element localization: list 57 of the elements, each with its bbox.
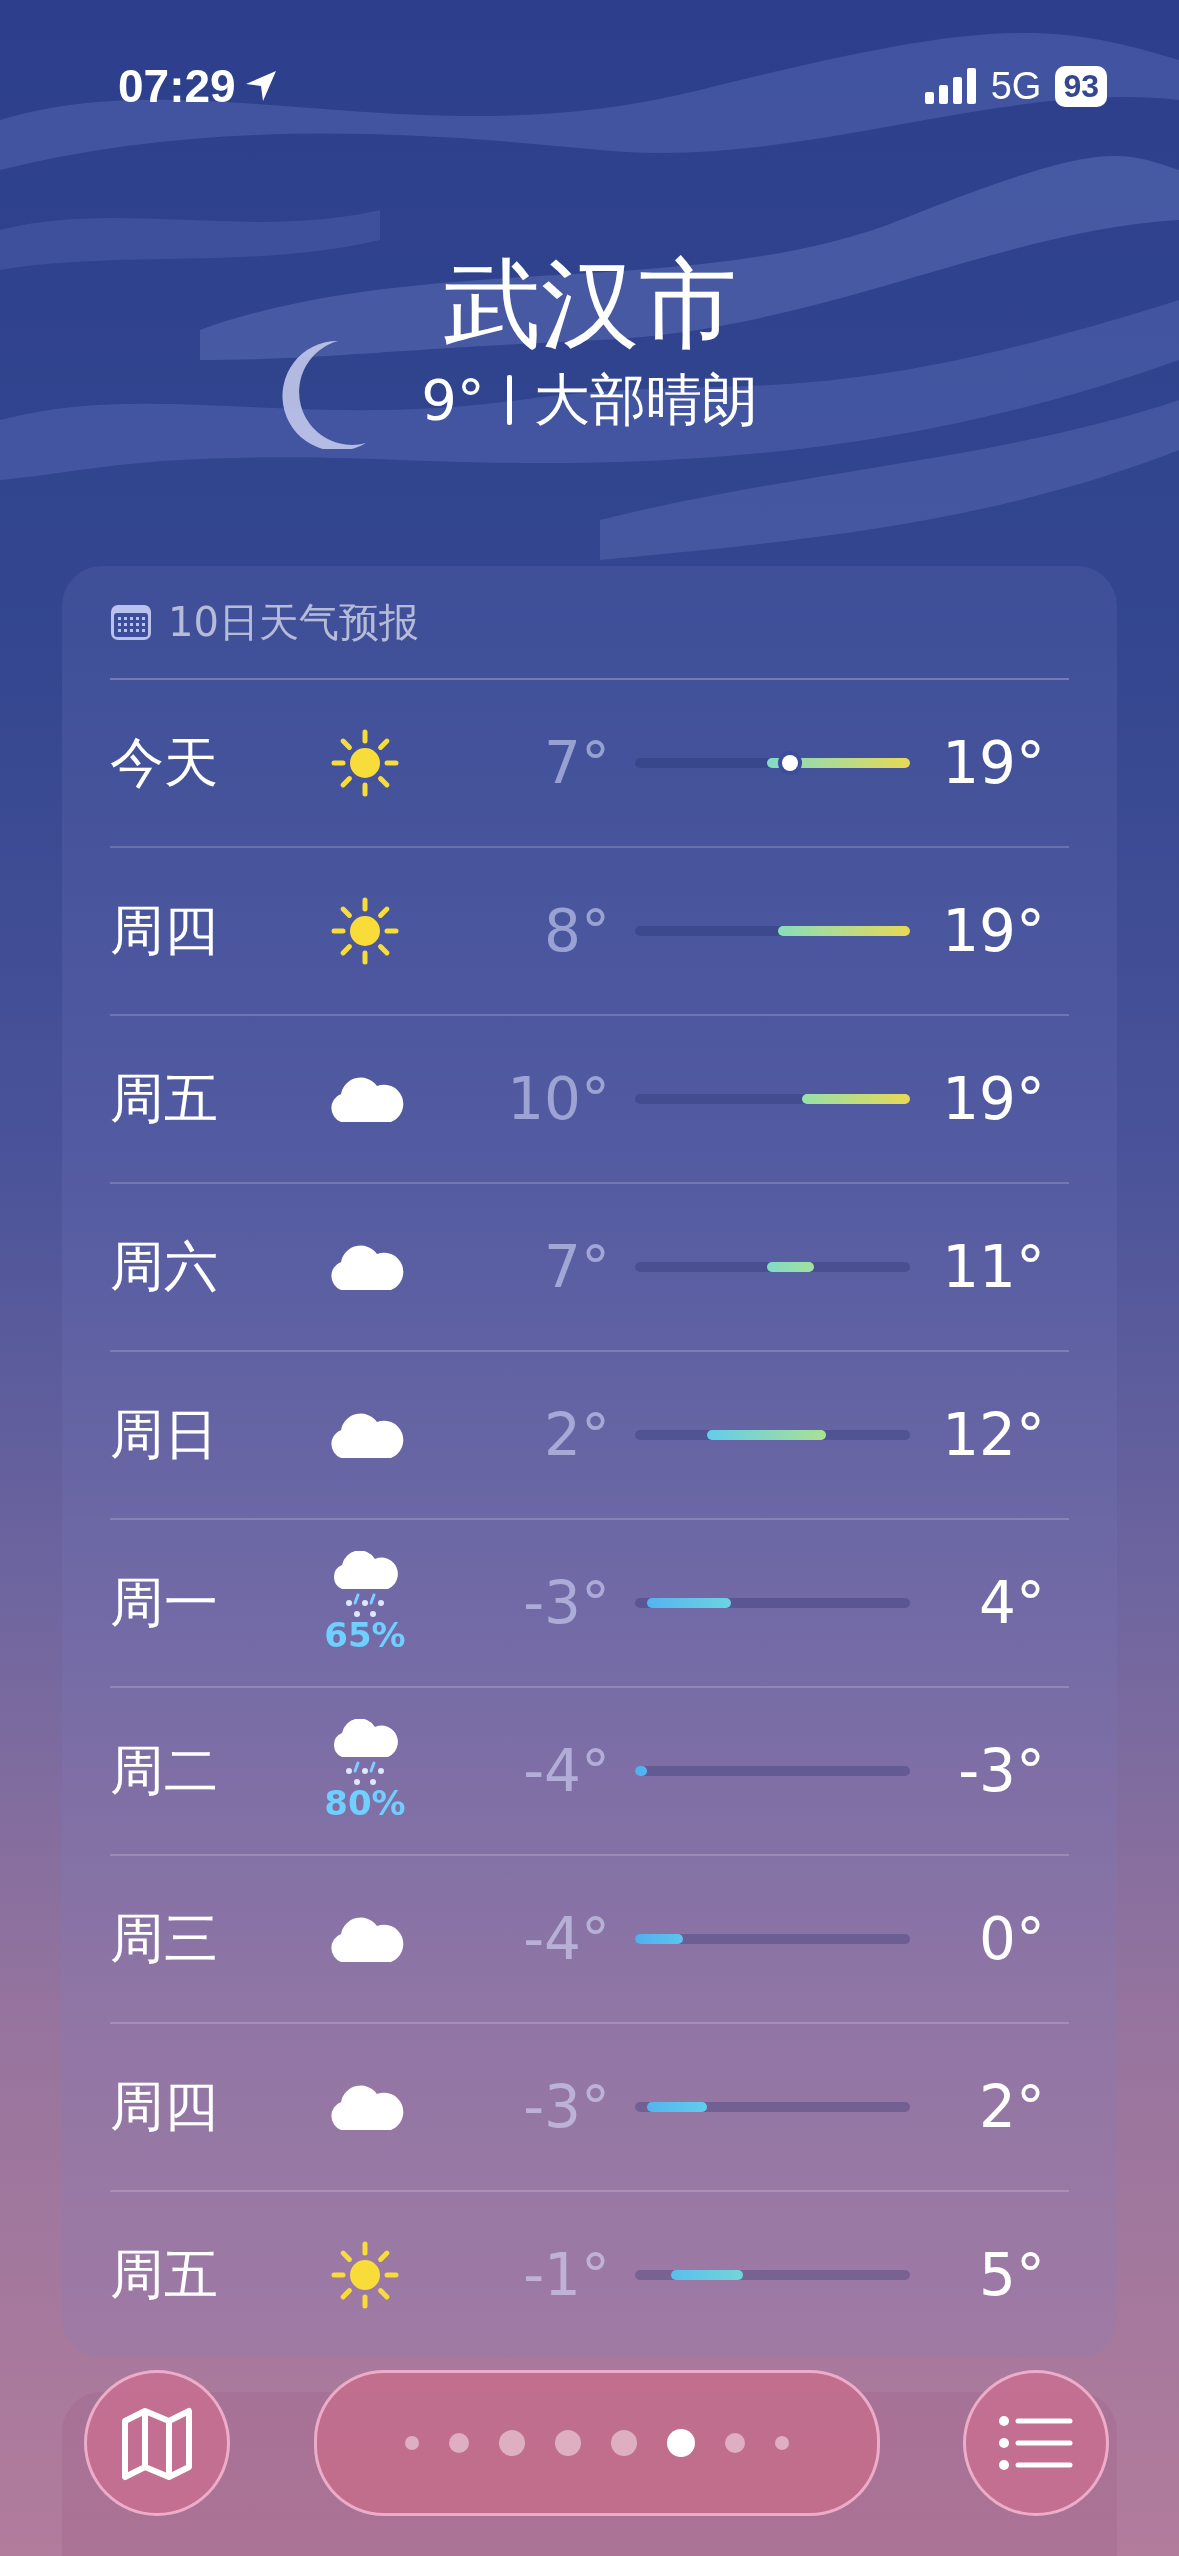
low-temperature: 8° bbox=[543, 897, 610, 965]
day-label: 今天 bbox=[110, 729, 219, 796]
low-temperature: 7° bbox=[543, 1233, 610, 1301]
page-dot[interactable] bbox=[404, 2436, 419, 2450]
page-dot[interactable] bbox=[610, 2430, 637, 2456]
battery-indicator: 93 bbox=[1055, 65, 1107, 107]
weather-condition: 大部晴朗 bbox=[533, 366, 758, 434]
low-temperature: -3° bbox=[522, 1569, 610, 1637]
high-temperature: -3° bbox=[957, 1737, 1045, 1805]
temperature-range-bar bbox=[646, 2102, 707, 2112]
current-temperature: 9° bbox=[421, 366, 485, 434]
low-temperature: -4° bbox=[522, 1905, 610, 1973]
day-label: 周五 bbox=[110, 2241, 219, 2308]
page-dot[interactable] bbox=[498, 2430, 525, 2456]
temperature-range-bar bbox=[635, 1766, 647, 1776]
high-temperature: 11° bbox=[941, 1233, 1045, 1301]
day-label: 周三 bbox=[110, 1905, 219, 1972]
city-name: 武汉市 bbox=[442, 246, 737, 363]
high-temperature: 19° bbox=[941, 897, 1045, 965]
high-temperature: 4° bbox=[978, 1569, 1045, 1637]
precipitation-chance: 65% bbox=[324, 1615, 406, 1655]
high-temperature: 2° bbox=[978, 2073, 1045, 2141]
temperature-range-bar bbox=[635, 1934, 683, 1944]
page-dot[interactable] bbox=[666, 2429, 695, 2457]
day-label: 周五 bbox=[110, 1065, 219, 1132]
page-dot[interactable] bbox=[724, 2433, 745, 2453]
separator-bar bbox=[506, 375, 512, 425]
page-dot[interactable] bbox=[554, 2430, 581, 2456]
sun-icon bbox=[330, 728, 400, 798]
high-temperature: 12° bbox=[941, 1401, 1045, 1469]
high-temperature: 0° bbox=[978, 1905, 1045, 1973]
low-temperature: 10° bbox=[506, 1065, 610, 1133]
day-label: 周六 bbox=[110, 1233, 219, 1300]
page-dot[interactable] bbox=[448, 2433, 469, 2453]
low-temperature: -4° bbox=[522, 1737, 610, 1805]
calendar-icon bbox=[110, 602, 152, 642]
low-temperature: -1° bbox=[522, 2241, 610, 2309]
precipitation-chance: 80% bbox=[324, 1783, 406, 1823]
high-temperature: 19° bbox=[941, 1065, 1045, 1133]
temperature-range-bar bbox=[766, 1262, 815, 1272]
low-temperature: 2° bbox=[543, 1401, 610, 1469]
day-label: 周二 bbox=[110, 1737, 219, 1804]
sun-icon bbox=[330, 896, 400, 966]
network-label: 5G bbox=[990, 64, 1042, 108]
low-temperature: 7° bbox=[543, 729, 610, 797]
day-label: 周四 bbox=[110, 2073, 219, 2140]
day-label: 周一 bbox=[110, 1569, 219, 1636]
high-temperature: 5° bbox=[978, 2241, 1045, 2309]
day-label: 周四 bbox=[110, 897, 219, 964]
high-temperature: 19° bbox=[941, 729, 1045, 797]
day-label: 周日 bbox=[110, 1401, 219, 1468]
card-title: 10日天气预报 bbox=[168, 597, 419, 647]
low-temperature: -3° bbox=[522, 2073, 610, 2141]
page-dot[interactable] bbox=[774, 2436, 789, 2450]
sun-icon bbox=[330, 2240, 400, 2310]
signal-icon bbox=[924, 68, 977, 104]
clock-time: 07:29 bbox=[118, 59, 236, 113]
